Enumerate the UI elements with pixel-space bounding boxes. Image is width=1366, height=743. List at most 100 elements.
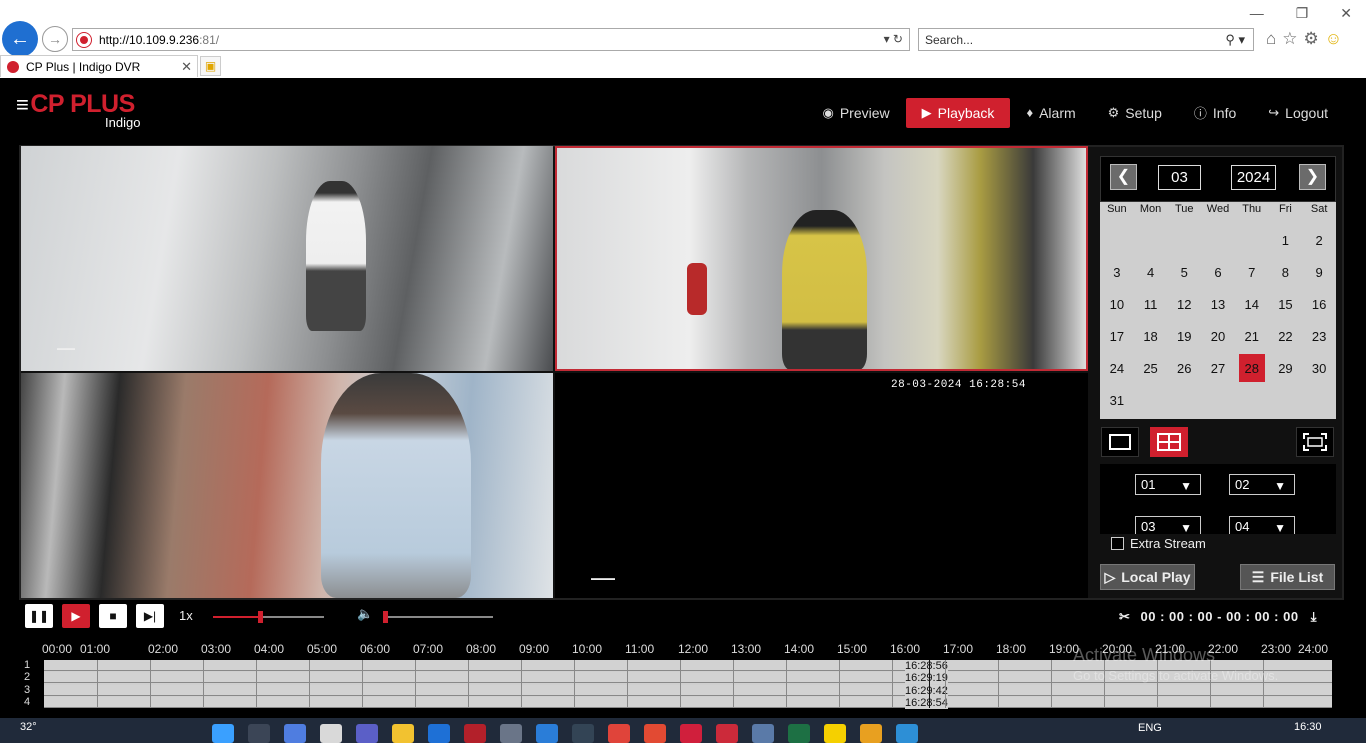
home-icon[interactable]: ⌂: [1266, 29, 1276, 49]
app-icon[interactable]: [644, 724, 666, 743]
calendar-day[interactable]: 27: [1201, 352, 1235, 384]
calendar-day[interactable]: 14: [1235, 288, 1269, 320]
camera-view-4[interactable]: 28-03-2024 16:28:54 ▬▬▬▬: [555, 373, 1088, 598]
stop-button[interactable]: ■: [99, 604, 127, 628]
search-icon[interactable]: ⚲ ▾: [1225, 32, 1245, 48]
next-month-button[interactable]: ❯: [1299, 164, 1326, 190]
calendar-day[interactable]: 18: [1134, 320, 1168, 352]
calendar-day[interactable]: 17: [1100, 320, 1134, 352]
timeline-track[interactable]: [44, 696, 1332, 708]
file-list-button[interactable]: ☰ File List: [1240, 564, 1335, 590]
app-icon[interactable]: [860, 724, 882, 743]
calendar-day[interactable]: 21: [1235, 320, 1269, 352]
playback-speed[interactable]: 1x: [179, 608, 193, 623]
chrome-icon[interactable]: [608, 724, 630, 743]
month-field[interactable]: 03: [1158, 165, 1201, 190]
scissors-icon[interactable]: ✂: [1119, 609, 1130, 624]
calendar-day[interactable]: 26: [1167, 352, 1201, 384]
calendar-day[interactable]: 2: [1302, 224, 1336, 256]
calendar-day[interactable]: 19: [1167, 320, 1201, 352]
timeline-track[interactable]: [44, 684, 1332, 696]
nav-playback[interactable]: ▶ Playback: [905, 97, 1011, 128]
teams-icon[interactable]: [356, 724, 378, 743]
tab-close-icon[interactable]: ✕: [181, 59, 192, 75]
calendar-day[interactable]: 6: [1201, 256, 1235, 288]
download-icon[interactable]: ⤓: [1311, 609, 1317, 624]
new-tab-button[interactable]: ▣: [200, 56, 221, 76]
calendar-day[interactable]: 12: [1167, 288, 1201, 320]
settings-icon[interactable]: [500, 724, 522, 743]
calendar-day[interactable]: 13: [1201, 288, 1235, 320]
nav-info[interactable]: ⓘ Info: [1178, 96, 1252, 129]
calendar-day[interactable]: 31: [1100, 384, 1134, 416]
minimize-icon[interactable]: —: [1250, 5, 1264, 22]
close-window-icon[interactable]: ✕: [1340, 5, 1352, 22]
channel-select-1[interactable]: 01 ▼: [1135, 474, 1201, 495]
app-icon[interactable]: [464, 724, 486, 743]
nav-setup[interactable]: ⚙ Setup: [1092, 98, 1178, 128]
play-button[interactable]: ▶: [62, 604, 90, 628]
single-view-button[interactable]: [1101, 427, 1139, 457]
app-icon[interactable]: [572, 724, 594, 743]
pause-button[interactable]: ❚❚: [25, 604, 53, 628]
search-taskbar-icon[interactable]: [248, 724, 270, 743]
app-icon[interactable]: [536, 724, 558, 743]
next-frame-button[interactable]: ▶|: [136, 604, 164, 628]
excel-icon[interactable]: [788, 724, 810, 743]
calendar-day[interactable]: 16: [1302, 288, 1336, 320]
calendar-day[interactable]: 25: [1134, 352, 1168, 384]
ie-icon[interactable]: [896, 724, 918, 743]
favorites-star-icon[interactable]: ☆: [1282, 29, 1297, 49]
browser-tab[interactable]: CP Plus | Indigo DVR ✕: [0, 55, 198, 77]
calendar-day[interactable]: 20: [1201, 320, 1235, 352]
calendar-day[interactable]: 8: [1269, 256, 1303, 288]
calendar-day[interactable]: 30: [1302, 352, 1336, 384]
volume-slider-track[interactable]: [383, 616, 493, 618]
calendar-day[interactable]: 22: [1269, 320, 1303, 352]
volume-icon[interactable]: 🔈: [357, 606, 373, 622]
extra-stream-checkbox[interactable]: [1111, 537, 1124, 550]
channel-select-2[interactable]: 02 ▼: [1229, 474, 1295, 495]
calendar-day[interactable]: 23: [1302, 320, 1336, 352]
calendar-day[interactable]: 24: [1100, 352, 1134, 384]
progress-slider-thumb[interactable]: [258, 611, 263, 623]
extra-stream-option[interactable]: Extra Stream: [1111, 536, 1206, 551]
calendar-day[interactable]: 1: [1269, 224, 1303, 256]
weather-widget[interactable]: 32°: [20, 721, 37, 733]
start-icon[interactable]: [212, 724, 234, 743]
settings-gear-icon[interactable]: ⚙: [1304, 29, 1319, 49]
local-play-button[interactable]: ▷ Local Play: [1100, 564, 1195, 590]
calendar-day[interactable]: 4: [1134, 256, 1168, 288]
language-indicator[interactable]: ENG: [1138, 722, 1162, 734]
forward-button[interactable]: →: [42, 26, 68, 52]
app-icon[interactable]: [716, 724, 738, 743]
sticky-notes-icon[interactable]: [824, 724, 846, 743]
nav-preview[interactable]: ◉ Preview: [806, 98, 905, 128]
explorer-icon[interactable]: [392, 724, 414, 743]
calendar-day[interactable]: 5: [1167, 256, 1201, 288]
quad-view-button[interactable]: [1150, 427, 1188, 457]
camera-view-2[interactable]: [555, 146, 1088, 371]
calendar-day[interactable]: 3: [1100, 256, 1134, 288]
camera-view-3[interactable]: [21, 373, 553, 598]
search-input[interactable]: Search... ⚲ ▾: [918, 28, 1254, 51]
calendar-day[interactable]: 15: [1269, 288, 1303, 320]
prev-month-button[interactable]: ❮: [1110, 164, 1137, 190]
app-icon[interactable]: [752, 724, 774, 743]
calendar-day[interactable]: 29: [1269, 352, 1303, 384]
files-icon[interactable]: [320, 724, 342, 743]
nav-alarm[interactable]: ♦ Alarm: [1010, 98, 1091, 128]
smiley-icon[interactable]: ☺: [1325, 29, 1342, 49]
widgets-icon[interactable]: [284, 724, 306, 743]
calendar-day[interactable]: 9: [1302, 256, 1336, 288]
calendar-day[interactable]: 11: [1134, 288, 1168, 320]
calendar-day[interactable]: 7: [1235, 256, 1269, 288]
timeline-cursor[interactable]: [929, 660, 930, 708]
nav-logout[interactable]: ↪ Logout: [1252, 98, 1344, 128]
taskbar-clock[interactable]: 16:30: [1294, 721, 1322, 733]
camera-view-1[interactable]: ▬▬▬: [21, 146, 553, 371]
channel-select-3[interactable]: 03 ▼: [1135, 516, 1201, 534]
channel-select-4[interactable]: 04 ▼: [1229, 516, 1295, 534]
calendar-day[interactable]: 10: [1100, 288, 1134, 320]
fullscreen-button[interactable]: [1296, 427, 1334, 457]
